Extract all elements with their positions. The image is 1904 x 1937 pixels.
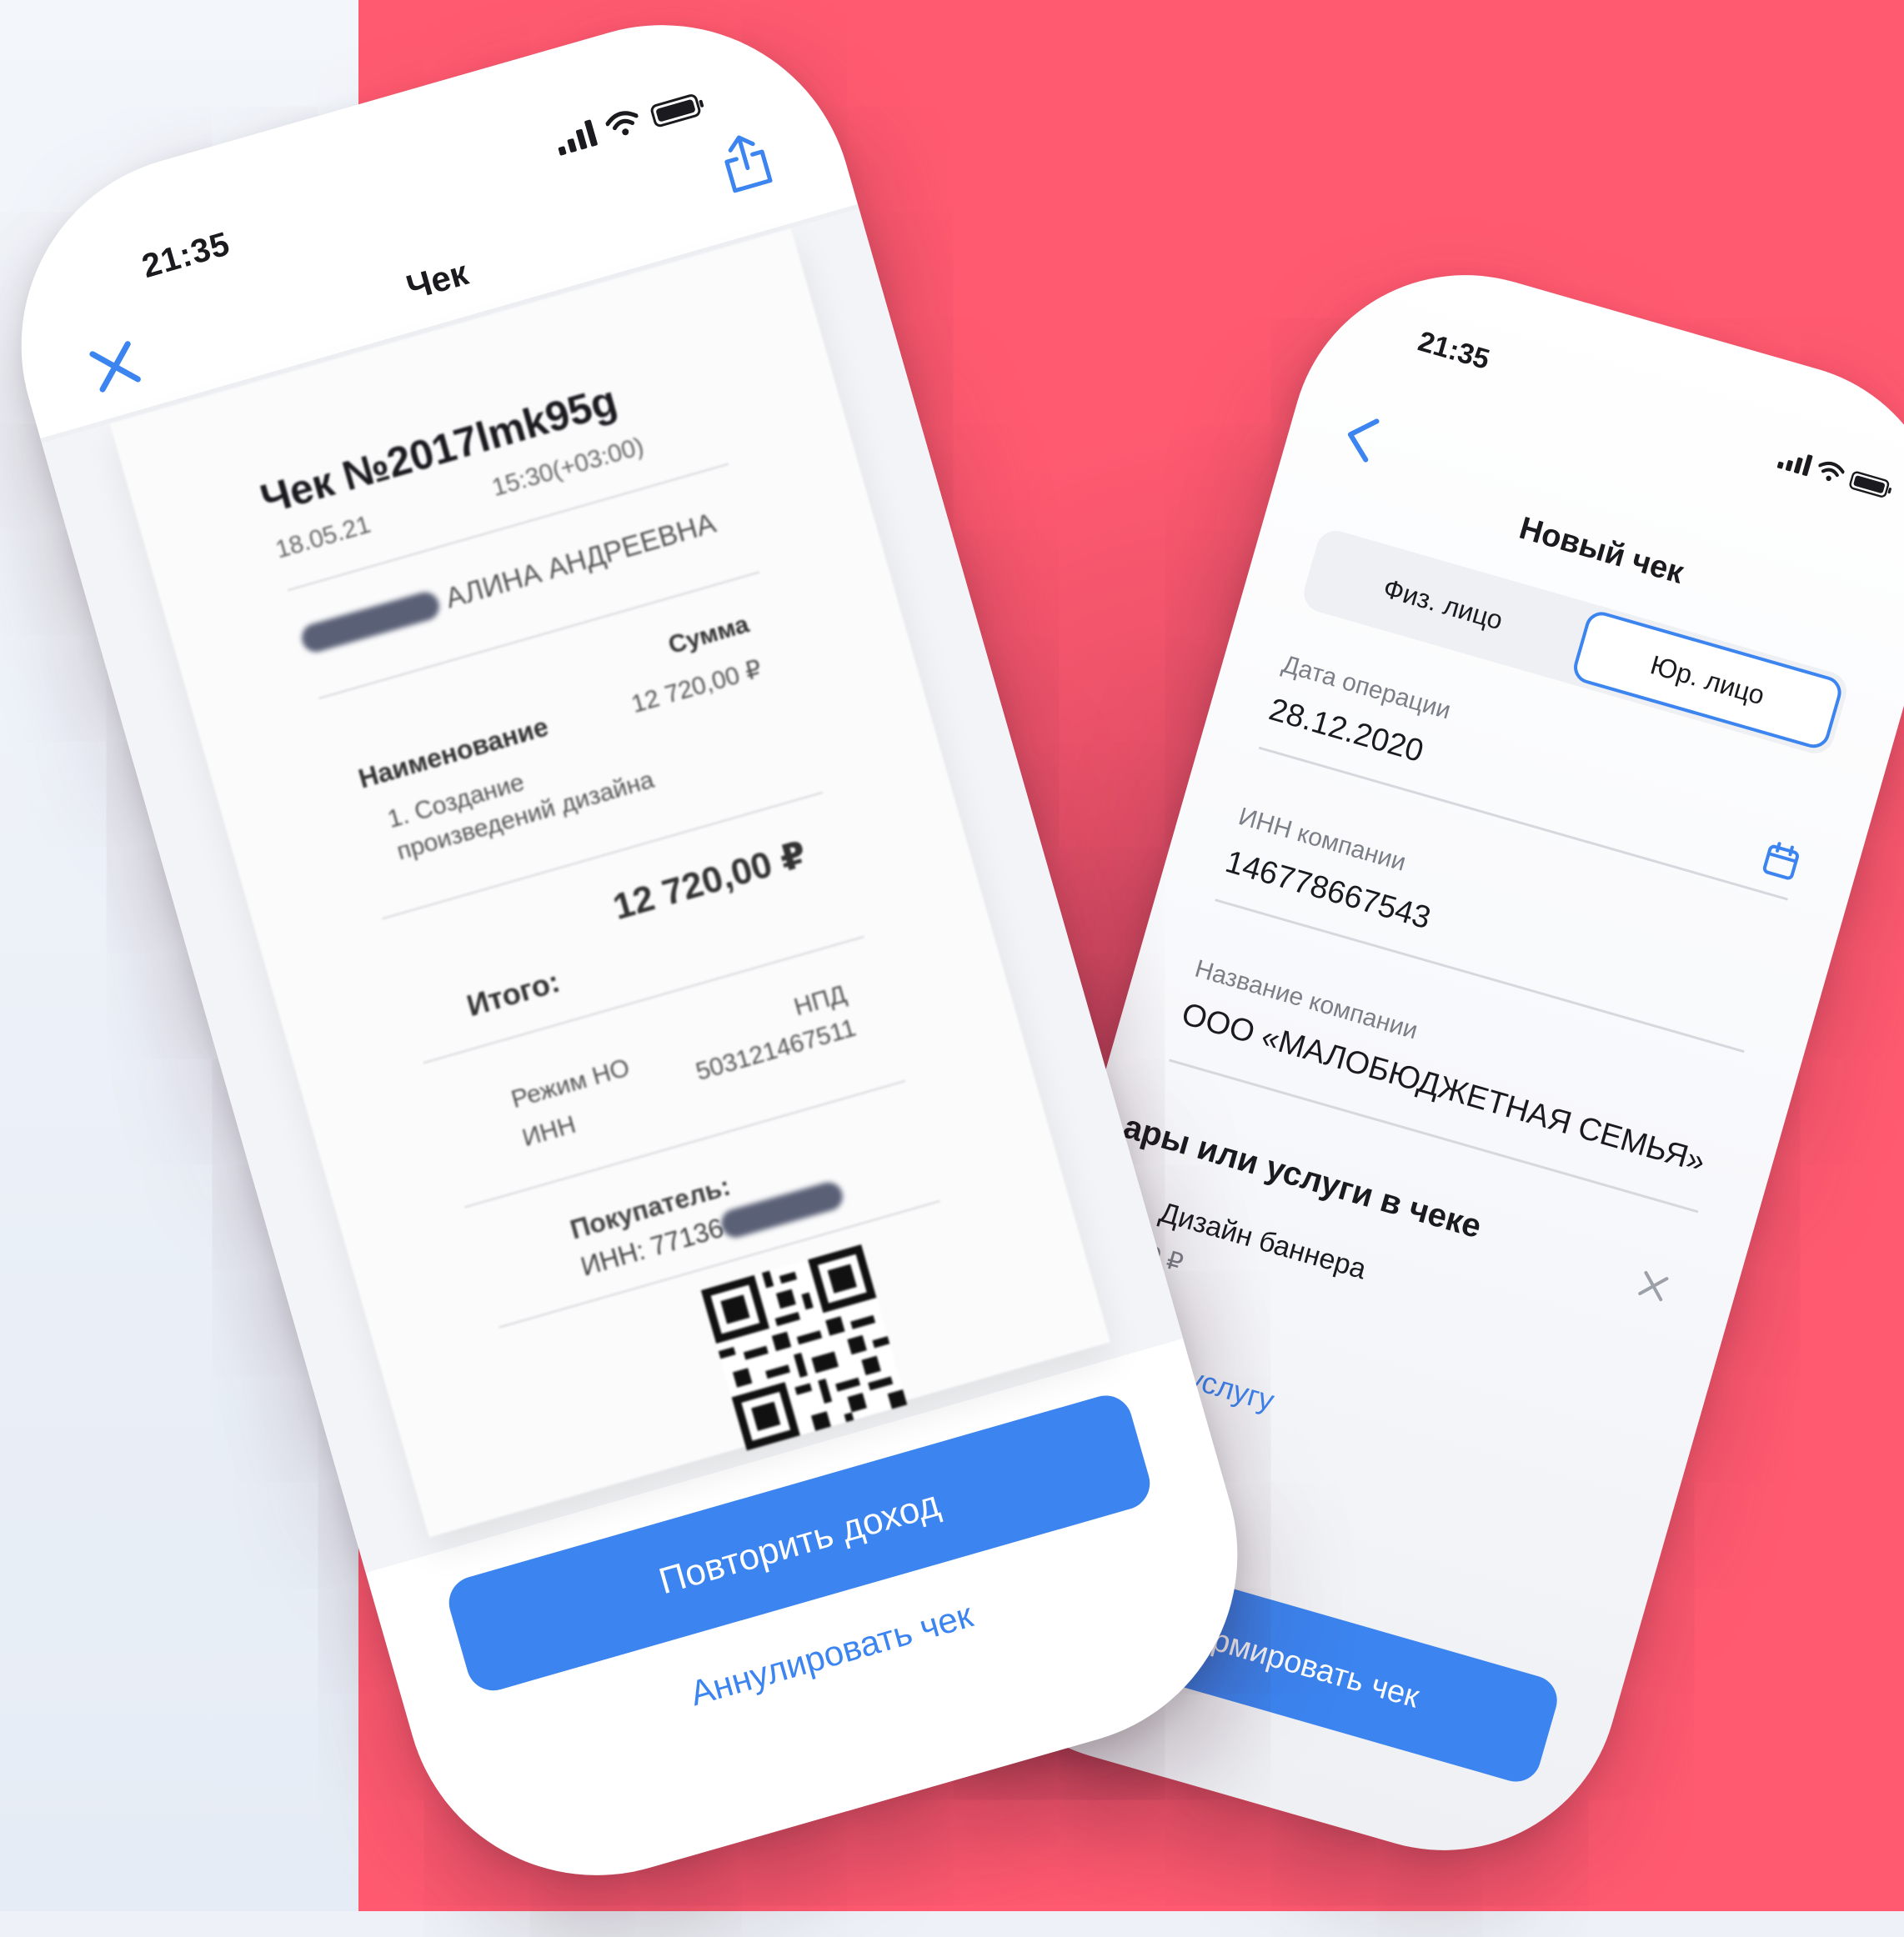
receipt-regime-values: НПД 503121467511 [682, 977, 859, 1089]
redacted-surname [298, 588, 443, 656]
receipt-buyer: Покупатель: ИНН: 77136 [566, 1167, 745, 1286]
receipt-total-label: Итого: [463, 963, 564, 1024]
signal-icon [1776, 446, 1814, 477]
segment-legal-entity[interactable]: Юр. лицо [1570, 608, 1846, 752]
wifi-icon [1818, 461, 1845, 482]
receipt-header-sum: Сумма [665, 610, 753, 660]
item-name: Дизайн баннера [1155, 1196, 1370, 1286]
remove-item-icon[interactable] [1636, 1269, 1671, 1304]
receipt-title: Чек №2017lmk95g [255, 377, 623, 523]
signal-icon [553, 118, 599, 156]
redacted-buyer-inn [718, 1179, 846, 1241]
receipt-seller-name: АЛИНА АНДРЕЕВНА [442, 507, 719, 615]
wifi-icon [605, 111, 639, 136]
battery-icon [1847, 470, 1891, 499]
receipt-item-price: 12 720,00 ₽ [628, 655, 765, 719]
battery-icon [649, 93, 703, 129]
receipt-date: 18.05.21 [272, 510, 374, 564]
status-time: 21:35 [1414, 325, 1493, 376]
status-icons [1776, 446, 1891, 499]
receipt-regime-labels: Режим НО ИНН [507, 1048, 646, 1158]
receipt-total-amount: 12 720,00 ₽ [609, 833, 811, 928]
qr-code-icon [700, 1244, 908, 1451]
